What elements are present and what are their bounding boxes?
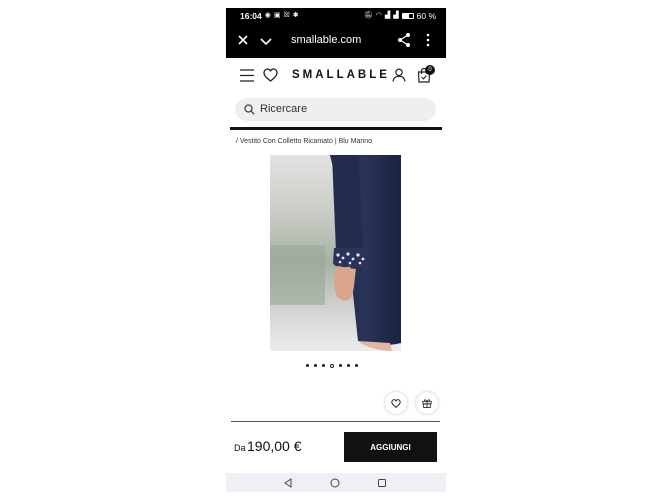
close-icon[interactable] xyxy=(236,33,250,47)
search-placeholder: Ricercare xyxy=(260,103,308,115)
browser-toolbar: smallable.com xyxy=(226,23,446,58)
wishlist-button[interactable] xyxy=(385,392,407,414)
signal-icon: ▟ xyxy=(393,12,399,19)
signal-icon: ▟ xyxy=(384,12,391,19)
price-divider xyxy=(231,421,440,422)
heart-icon[interactable] xyxy=(263,68,278,82)
site-logo[interactable]: SMALLABLE xyxy=(292,69,390,81)
battery-label: 60 % xyxy=(416,10,436,21)
battery-level xyxy=(402,13,409,18)
product-image[interactable] xyxy=(270,155,401,351)
bluetooth-icon: ✱ xyxy=(292,12,299,19)
heart-icon xyxy=(391,398,401,408)
more-vertical-icon[interactable] xyxy=(425,33,431,47)
mute-icon: 🔕︎ xyxy=(363,12,373,19)
gift-icon xyxy=(422,399,432,408)
back-icon[interactable] xyxy=(283,478,293,488)
carousel-dot[interactable] xyxy=(314,364,317,367)
carousel-dot[interactable] xyxy=(355,364,358,367)
home-icon[interactable] xyxy=(330,478,340,488)
recents-icon[interactable] xyxy=(377,478,387,488)
share-icon[interactable] xyxy=(397,32,411,48)
search-icon xyxy=(244,104,255,115)
site-header: SMALLABLE 0 xyxy=(226,58,446,94)
user-icon[interactable] xyxy=(392,68,406,82)
gift-button[interactable] xyxy=(416,392,438,414)
chevron-down-icon[interactable] xyxy=(259,34,273,48)
carousel-dot[interactable] xyxy=(339,364,342,367)
breadcrumb[interactable]: / Vestito Con Colletto Ricamato | Blu Ma… xyxy=(236,138,372,145)
nfc-icon: ▣ xyxy=(273,12,281,19)
android-nav-bar xyxy=(226,473,446,492)
product-price: 190,00 € xyxy=(247,438,302,454)
add-to-cart-button[interactable]: AGGIUNGI xyxy=(344,432,437,462)
hamburger-menu-icon[interactable] xyxy=(240,69,254,82)
url-text[interactable]: smallable.com xyxy=(291,34,361,46)
carousel-dot[interactable] xyxy=(347,364,350,367)
battery-icon xyxy=(401,12,414,19)
phone-screen: 16:04 ◉ ▣ ☒ ✱ 🔕︎ ◠ ▟ ▟ 60 % smallable.co… xyxy=(226,8,446,492)
carousel-dot[interactable] xyxy=(330,364,334,368)
carousel-dots xyxy=(306,364,358,368)
wifi-icon: ◠ xyxy=(375,12,382,19)
status-left: 16:04 ◉ ▣ ☒ ✱ xyxy=(240,11,299,21)
price-prefix: Da xyxy=(234,443,246,453)
status-right: 🔕︎ ◠ ▟ ▟ 60 % xyxy=(364,11,436,21)
eye-icon: ◉ xyxy=(264,12,271,19)
carousel-dot[interactable] xyxy=(322,364,325,367)
search-input[interactable]: Ricercare xyxy=(235,98,436,121)
product-photo xyxy=(270,155,401,351)
carousel-dot[interactable] xyxy=(306,364,309,367)
status-bar: 16:04 ◉ ▣ ☒ ✱ 🔕︎ ◠ ▟ ▟ 60 % xyxy=(226,8,446,23)
status-time: 16:04 xyxy=(240,10,262,21)
header-divider xyxy=(230,127,442,130)
no-signal-icon: ☒ xyxy=(283,12,290,19)
cart-count-badge: 0 xyxy=(425,65,435,75)
